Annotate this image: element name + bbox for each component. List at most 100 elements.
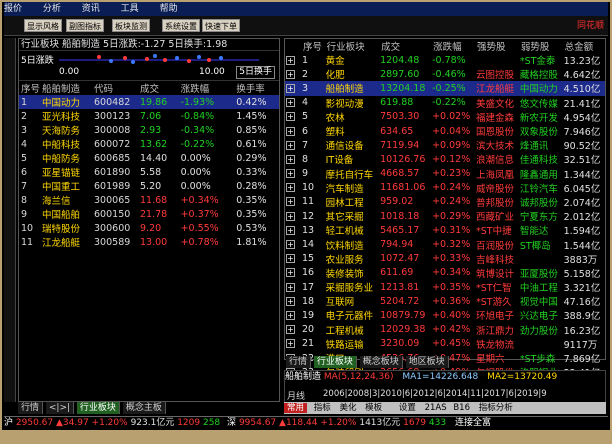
sector-monitor-button[interactable]: 板块监测 [112,19,150,32]
industry-row[interactable]: +6 塑料 634.65 +0.04% 国恩股份 双象股份 7.946亿 [285,124,605,138]
col-name[interactable]: 船舶制造 [40,81,92,95]
common-button[interactable]: 常用 [284,403,308,413]
industry-row[interactable]: +12 其它采掘 1018.18 +0.29% 西藏矿业 宁夏东方 2.012亿 [285,209,605,223]
plus-icon[interactable]: + [286,282,295,292]
menu-item-help[interactable]: 帮助 [160,4,178,14]
expand-toggle[interactable]: + [285,223,301,237]
tab-industry-sector[interactable]: 行业板块 [313,356,357,368]
plus-icon[interactable]: + [286,325,295,335]
item-b16[interactable]: B16 [453,403,470,413]
industry-row[interactable]: +19 电子元器件 10879.79 +0.40% 环旭电子 兴达电子 388.9亿 [285,308,605,322]
quick-order-button[interactable]: 快速下单 [202,19,240,32]
indicator-button[interactable]: 指标 [314,403,331,413]
expand-toggle[interactable]: + [285,167,301,181]
industry-row[interactable]: +10 汽车制造 11681.06 +0.24% 威帝股份 江铃汽车 6.045亿 [285,181,605,195]
col-code[interactable]: 代码 [92,81,138,95]
stock-row[interactable]: 8 海兰信 300065 11.68 +0.34% 0.35% [19,193,279,208]
expand-toggle[interactable]: + [285,152,301,166]
plus-icon[interactable]: + [286,55,295,65]
col-seq[interactable]: 序号 [19,81,40,95]
five-day-turnover-button[interactable]: 5日换手 [236,66,275,79]
industry-row[interactable]: +13 轻工机械 5465.17 +0.31% *ST中捷 智能达 1.594亿 [285,223,605,237]
plus-icon[interactable]: + [286,169,295,179]
stock-row[interactable]: 4 中船科技 600072 13.62 -0.22% 0.61% [19,137,279,152]
stock-row[interactable]: 11 江龙船艇 300589 13.00 +0.78% 1.81% [19,235,279,250]
plus-icon[interactable]: + [286,69,295,79]
plus-icon[interactable]: + [286,197,295,207]
expand-toggle[interactable]: + [285,67,301,81]
plus-icon[interactable]: + [286,154,295,164]
plus-icon[interactable]: + [286,225,295,235]
col-sector[interactable]: 行业板块 [325,39,379,53]
industry-row[interactable]: +15 农业服务 1072.47 +0.33% 吉峰科技 3883万 [285,252,605,266]
expand-toggle[interactable]: + [285,138,301,152]
expand-toggle[interactable]: + [285,53,301,67]
system-settings-button[interactable]: 系统设置 [162,19,200,32]
stock-row[interactable]: 9 中国船舶 600150 21.78 +0.37% 0.35% [19,207,279,222]
stock-row[interactable]: 1 中国动力 600482 19.86 -1.93% 0.42% [19,95,279,109]
expand-toggle[interactable]: + [285,337,301,351]
col-turnover[interactable]: 换手率 [234,81,279,95]
plus-icon[interactable]: + [286,339,295,349]
expand-toggle[interactable]: + [285,195,301,209]
stock-row[interactable]: 3 天海防务 300008 2.93 -0.34% 0.85% [19,123,279,138]
plus-icon[interactable]: + [286,126,295,136]
tab-region-sector[interactable]: 地区板块 [405,356,449,368]
stock-row[interactable]: 10 瑞特股份 300600 9.20 +0.55% 0.53% [19,221,279,236]
expand-toggle[interactable]: + [285,81,301,96]
tab-concept[interactable]: 概念主板 [122,402,166,414]
expand-toggle[interactable]: + [285,294,301,308]
industry-row[interactable]: +11 园林工程 959.02 +0.24% 普邦股份 诚邦股份 2.074亿 [285,195,605,209]
expand-toggle[interactable]: + [285,96,301,110]
col-seq[interactable]: 序号 [301,39,325,53]
plus-icon[interactable]: + [286,98,295,108]
expand-toggle[interactable]: + [285,110,301,124]
stock-row[interactable]: 2 亚光科技 300123 7.06 -0.84% 1.45% [19,109,279,124]
stock-row[interactable]: 5 中船防务 600685 14.40 0.00% 0.29% [19,151,279,166]
indicator-analysis-button[interactable]: 指标分析 [479,403,513,413]
display-style-button[interactable]: 显示风格 [24,19,62,32]
tab-concept-sector[interactable]: 概念板块 [359,356,403,368]
settings-button[interactable]: 设置 [399,403,416,413]
plus-icon[interactable]: + [286,140,295,150]
plus-icon[interactable]: + [286,240,295,250]
tab-industry-sector[interactable]: 行业板块 [76,402,120,414]
sub-chart-indicator-button[interactable]: 副图指标 [66,19,104,32]
expand-toggle[interactable]: + [285,266,301,280]
expand-toggle[interactable]: + [285,124,301,138]
industry-row[interactable]: +7 通信设备 7119.94 +0.09% 滨大技术 烽通讯 90.52亿 [285,138,605,152]
template-button[interactable]: 模板 [365,403,382,413]
kline-period[interactable]: 月线 [287,389,305,402]
plus-icon[interactable]: + [286,296,295,306]
industry-row[interactable]: +21 铁路运输 3230.09 +0.45% 铁龙物流 9117万 [285,337,605,351]
industry-row[interactable]: +14 饮料制造 794.94 +0.32% 百润股份 ST椰岛 1.544亿 [285,237,605,252]
industry-row[interactable]: +1 黄金 1204.48 -0.78% *ST金泰 13.23亿 [285,53,605,67]
expand-toggle[interactable]: + [285,237,301,251]
menu-item-news[interactable]: 资讯 [82,4,100,14]
menu-item-analysis[interactable]: 分析 [43,4,61,14]
col-laggard[interactable]: 弱势股 [519,39,563,53]
expand-toggle[interactable]: + [285,209,301,223]
industry-row[interactable]: +17 采掘服务业 1213.81 +0.35% *ST仁智 中油工程 3.321亿 [285,280,605,294]
industry-row[interactable]: +3 船舶制造 13204.18 -0.25% 江龙船艇 中国动力 4.510亿 [285,81,605,96]
plus-icon[interactable]: + [286,83,295,93]
expand-toggle[interactable]: + [285,252,301,266]
industry-row[interactable]: +18 互联网 5204.72 +0.36% *ST游久 视觉中国 47.16亿 [285,294,605,308]
stock-row[interactable]: 7 中国重工 601989 5.20 0.00% 0.28% [19,179,279,194]
expand-toggle[interactable]: + [285,308,301,322]
col-amount[interactable]: 总金额 [563,39,605,53]
plus-icon[interactable]: + [286,268,295,278]
expand-toggle[interactable]: + [285,181,301,195]
expand-toggle[interactable]: + [285,280,301,294]
col-price[interactable]: 成交 [138,81,179,95]
industry-row[interactable]: +4 影视动漫 619.88 -0.22% 美盛文化 悠文传媒 21.41亿 [285,96,605,110]
tab-nav-arrows[interactable]: <|>| [45,402,75,414]
col-leader[interactable]: 强势股 [475,39,519,53]
stock-row[interactable]: 6 亚星锚链 601890 5.58 0.00% 0.33% [19,165,279,180]
menu-item-quote[interactable]: 报价 [4,4,22,14]
tab-quote[interactable]: 行情 [286,356,312,368]
connection-status[interactable]: 连接全富 [455,418,491,428]
industry-row[interactable]: +9 摩托自行车 4668.57 +0.23% 上海凤凰 隆鑫通用 1.344亿 [285,167,605,181]
plus-icon[interactable]: + [286,310,295,320]
industry-row[interactable]: +5 农林 7503.30 +0.02% 福建金森 新农开发 4.954亿 [285,110,605,124]
